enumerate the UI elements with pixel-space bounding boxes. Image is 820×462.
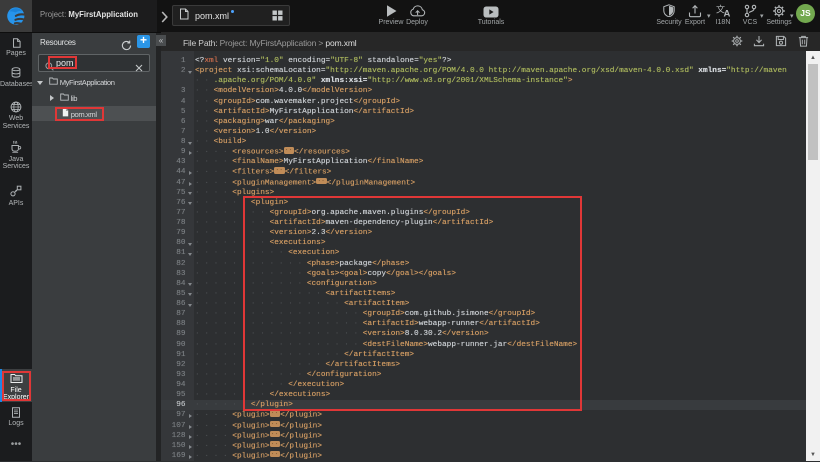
svg-text:A: A — [723, 9, 730, 18]
